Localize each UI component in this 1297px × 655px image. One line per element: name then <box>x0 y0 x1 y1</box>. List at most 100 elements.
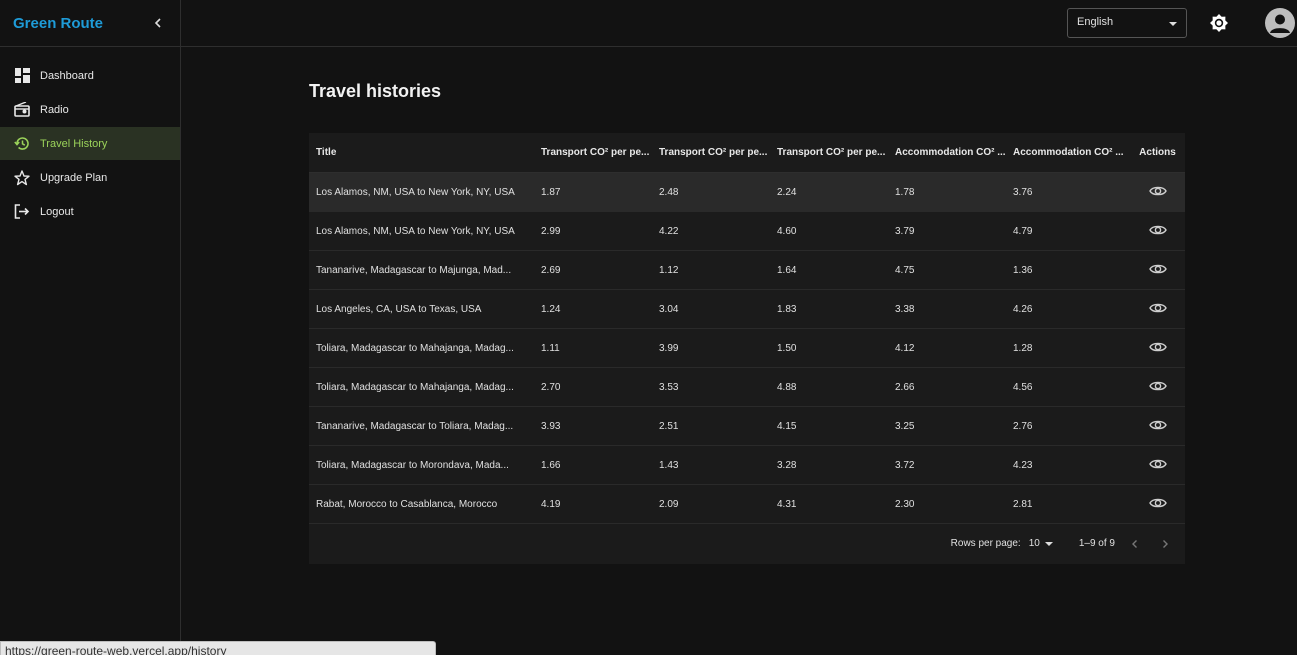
column-header-transport-co2-3[interactable]: Transport CO² per pe... <box>777 147 895 158</box>
chevron-left-icon <box>1132 539 1137 548</box>
view-details-button[interactable] <box>1148 377 1168 397</box>
cell-actions <box>1136 260 1185 280</box>
view-details-button[interactable] <box>1148 221 1168 241</box>
column-header-transport-co2-2[interactable]: Transport CO² per pe... <box>659 147 777 158</box>
sidebar-item-label: Logout <box>40 205 74 218</box>
sidebar-item-dashboard[interactable]: Dashboard <box>0 59 180 92</box>
cell-co2-value: 1.66 <box>541 459 561 471</box>
view-details-button[interactable] <box>1148 416 1168 436</box>
cell-co2-value: 2.48 <box>659 186 679 198</box>
cell-actions <box>1136 221 1185 241</box>
sidebar-nav: Dashboard Radio Travel History Upgrade P… <box>0 47 180 228</box>
theme-toggle-button[interactable] <box>1208 12 1230 34</box>
view-details-button[interactable] <box>1148 494 1168 514</box>
cell-co2-value: 1.78 <box>895 186 915 198</box>
next-page-button[interactable] <box>1155 534 1175 554</box>
travel-history-table: Title Transport CO² per pe... Transport … <box>309 133 1185 564</box>
status-bar-url: https://green-route-web.vercel.app/histo… <box>0 641 436 655</box>
cell-title: Los Angeles, CA, USA to Texas, USA <box>316 303 482 315</box>
logout-icon <box>13 203 31 221</box>
cell-co2-value: 3.99 <box>659 342 679 354</box>
cell-co2-value: 4.31 <box>777 498 797 510</box>
column-header-title[interactable]: Title <box>309 147 541 158</box>
view-details-button[interactable] <box>1148 338 1168 358</box>
table-row[interactable]: Toliara, Madagascar to Mahajanga, Madag.… <box>309 368 1185 407</box>
cell-co2-value: 1.50 <box>777 342 797 354</box>
cell-co2-value: 2.09 <box>659 498 679 510</box>
cell-title: Toliara, Madagascar to Morondava, Mada..… <box>316 459 509 471</box>
cell-co2-value: 2.81 <box>1013 498 1033 510</box>
eye-icon <box>1148 301 1167 318</box>
rows-per-page-select[interactable]: 10 <box>1029 538 1053 549</box>
radio-icon <box>13 101 31 119</box>
collapse-sidebar-button[interactable] <box>148 13 168 33</box>
column-header-accommodation-co2-1[interactable]: Accommodation CO² ... <box>895 147 1013 158</box>
cell-co2-value: 1.87 <box>541 186 561 198</box>
sidebar-item-travel-history[interactable]: Travel History <box>0 127 180 160</box>
eye-icon <box>1148 223 1167 240</box>
chevron-right-icon <box>1163 539 1168 548</box>
cell-co2-value: 3.28 <box>777 459 797 471</box>
sidebar-item-label: Travel History <box>40 137 108 150</box>
column-header-accommodation-co2-2[interactable]: Accommodation CO² ... <box>1013 147 1136 158</box>
cell-co2-value: 1.43 <box>659 459 679 471</box>
history-icon <box>13 135 31 153</box>
sidebar-item-logout[interactable]: Logout <box>0 195 180 228</box>
cell-co2-value: 1.28 <box>1013 342 1033 354</box>
cell-co2-value: 4.56 <box>1013 381 1033 393</box>
table-row[interactable]: Los Angeles, CA, USA to Texas, USA 1.24 3.… <box>309 290 1185 329</box>
pagination-range: 1–9 of 9 <box>1078 538 1115 549</box>
sidebar-item-upgrade-plan[interactable]: Upgrade Plan <box>0 161 180 194</box>
table-header: Title Transport CO² per pe... Transport … <box>309 133 1185 173</box>
avatar[interactable] <box>1265 8 1295 38</box>
cell-co2-value: 3.72 <box>895 459 915 471</box>
eye-icon <box>1148 418 1167 435</box>
top-bar: English <box>181 0 1297 47</box>
brand-bar: Green Route <box>0 0 180 47</box>
cell-co2-value: 4.88 <box>777 381 797 393</box>
view-details-button[interactable] <box>1148 455 1168 475</box>
table-row[interactable]: Los Alamos, NM, USA to New York, NY, USA… <box>309 212 1185 251</box>
cell-co2-value: 2.70 <box>541 381 561 393</box>
cell-co2-value: 4.26 <box>1013 303 1033 315</box>
table-row[interactable]: Tananarive, Madagascar to Majunga, Mad..… <box>309 251 1185 290</box>
table-row[interactable]: Toliara, Madagascar to Morondava, Mada..… <box>309 446 1185 485</box>
rows-per-page-label: Rows per page: <box>950 538 1021 549</box>
previous-page-button[interactable] <box>1125 534 1145 554</box>
sidebar-item-label: Dashboard <box>40 69 94 82</box>
column-header-transport-co2-1[interactable]: Transport CO² per pe... <box>541 147 659 158</box>
brand-logo[interactable]: Green Route <box>13 15 103 32</box>
sidebar-item-radio[interactable]: Radio <box>0 93 180 126</box>
cell-title: Tananarive, Madagascar to Toliara, Madag… <box>316 420 514 432</box>
chevron-down-icon <box>1044 541 1053 546</box>
cell-co2-value: 2.99 <box>541 225 561 237</box>
cell-co2-value: 3.38 <box>895 303 915 315</box>
table-row[interactable]: Los Alamos, NM, USA to New York, NY, USA… <box>309 173 1185 212</box>
view-details-button[interactable] <box>1148 260 1168 280</box>
eye-icon <box>1148 340 1167 357</box>
language-select-value: English <box>1077 16 1114 28</box>
cell-co2-value: 1.64 <box>777 264 797 276</box>
eye-icon <box>1148 262 1167 279</box>
cell-co2-value: 3.79 <box>895 225 915 237</box>
cell-co2-value: 2.51 <box>659 420 679 432</box>
eye-icon <box>1148 457 1167 474</box>
cell-co2-value: 2.24 <box>777 186 797 198</box>
brightness-icon <box>1210 14 1228 32</box>
cell-actions <box>1136 338 1185 358</box>
cell-co2-value: 2.76 <box>1013 420 1033 432</box>
view-details-button[interactable] <box>1148 182 1168 202</box>
cell-co2-value: 1.11 <box>541 342 560 354</box>
cell-co2-value: 3.76 <box>1013 186 1033 198</box>
rows-per-page-value: 10 <box>1028 538 1040 549</box>
table-row[interactable]: Tananarive, Madagascar to Toliara, Madag… <box>309 407 1185 446</box>
cell-co2-value: 4.12 <box>895 342 915 354</box>
view-details-button[interactable] <box>1148 299 1168 319</box>
table-row[interactable]: Rabat, Morocco to Casablanca, Morocco 4.1… <box>309 485 1185 524</box>
cell-title: Toliara, Madagascar to Mahajanga, Madag.… <box>316 381 514 393</box>
cell-co2-value: 4.23 <box>1013 459 1033 471</box>
language-select[interactable]: English <box>1067 8 1187 38</box>
dashboard-icon <box>13 67 31 85</box>
cell-actions <box>1136 416 1185 436</box>
table-row[interactable]: Toliara, Madagascar to Mahajanga, Madag.… <box>309 329 1185 368</box>
